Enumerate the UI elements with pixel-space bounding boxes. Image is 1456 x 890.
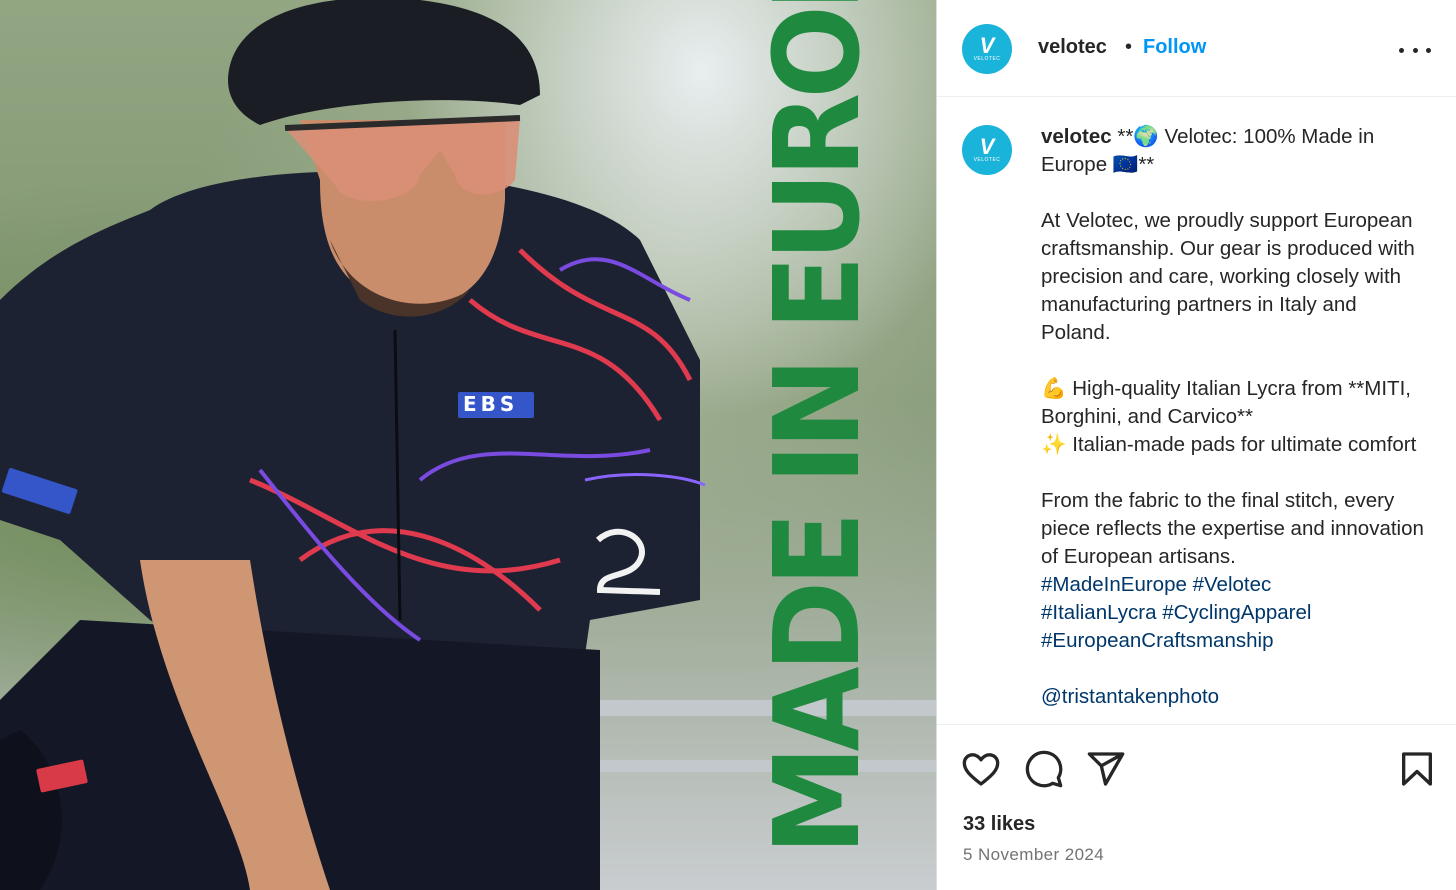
- post-date: 5 November 2024: [963, 845, 1105, 864]
- more-horizontal-icon[interactable]: [1399, 38, 1431, 62]
- follow-button[interactable]: Follow: [1143, 36, 1206, 59]
- caption-paragraph: From the fabric to the final stitch, eve…: [1041, 489, 1424, 568]
- avatar[interactable]: V VELOTEC: [962, 24, 1012, 74]
- caption-text: velotec **🌍 Velotec: 100% Made in Europe…: [1041, 123, 1431, 724]
- post-header: V VELOTEC velotec • Follow: [937, 0, 1456, 97]
- caption-bullet: 💪 High-quality Italian Lycra from **MITI…: [1041, 377, 1411, 428]
- avatar-word: VELOTEC: [973, 56, 1001, 62]
- post-actions: 33 likes 5 November 2024: [937, 724, 1456, 890]
- caption-bullet: ✨ Italian-made pads for ultimate comfort: [1041, 433, 1417, 456]
- hashtag-link[interactable]: #MadeInEurope: [1041, 573, 1187, 596]
- avatar-mark: V: [979, 134, 995, 159]
- avatar-word: VELOTEC: [973, 157, 1001, 163]
- caption-username[interactable]: velotec: [1041, 125, 1112, 148]
- send-icon[interactable]: [1086, 749, 1126, 789]
- caption-paragraph: At Velotec, we proudly support European …: [1041, 209, 1415, 344]
- heart-icon[interactable]: [961, 749, 1001, 789]
- hashtag-link[interactable]: #Velotec: [1193, 573, 1272, 596]
- jersey-logo: EBS: [463, 392, 519, 416]
- header-separator: •: [1125, 36, 1133, 58]
- caption-area[interactable]: V VELOTEC velotec **🌍 Velotec: 100% Made…: [937, 98, 1456, 724]
- avatar-mark: V: [979, 33, 995, 58]
- hashtag-link[interactable]: #ItalianLycra: [1041, 601, 1156, 624]
- post-image[interactable]: EBS MADE IN EUROPE: [0, 0, 936, 890]
- bookmark-icon[interactable]: [1397, 749, 1437, 789]
- caption-avatar[interactable]: V VELOTEC: [962, 125, 1012, 175]
- header-username[interactable]: velotec: [1038, 36, 1107, 59]
- post-side-panel: V VELOTEC velotec • Follow V VELOTEC vel…: [936, 0, 1456, 890]
- overlay-text: MADE IN EUROPE: [748, 0, 886, 856]
- likes-count[interactable]: 33 likes: [963, 813, 1035, 836]
- hashtag-link[interactable]: #EuropeanCraftsmanship: [1041, 629, 1273, 652]
- comment-icon[interactable]: [1024, 749, 1064, 789]
- mention-link[interactable]: @tristantakenphoto: [1041, 685, 1219, 708]
- hashtag-link[interactable]: #CyclingApparel: [1162, 601, 1311, 624]
